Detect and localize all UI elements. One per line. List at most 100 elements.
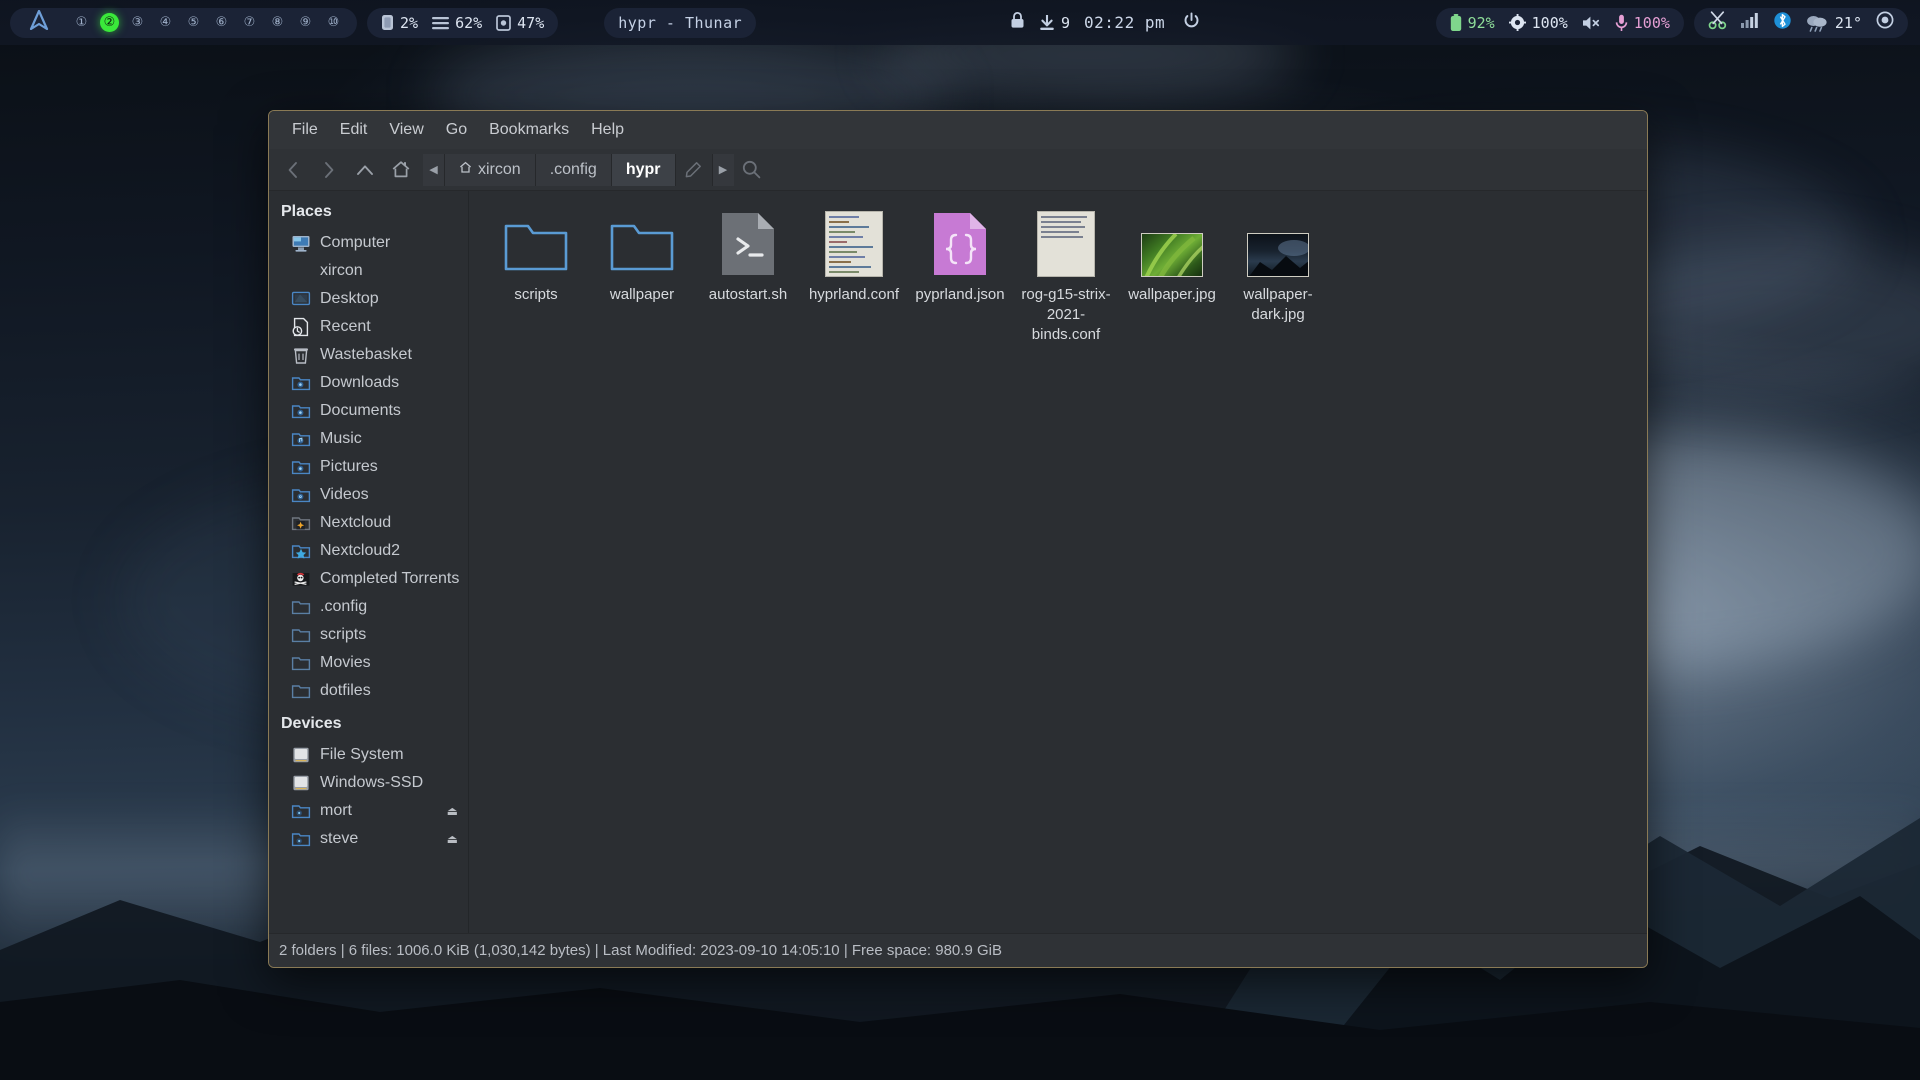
eject-icon[interactable]: ⏏ — [447, 832, 458, 846]
menu-file[interactable]: File — [281, 116, 329, 144]
sidebar-item-downloads[interactable]: Downloads — [269, 369, 468, 397]
sidebar-item-file-system[interactable]: File System — [269, 741, 468, 769]
workspace-button[interactable]: ④ — [156, 13, 175, 32]
sidebar-item-dotfiles[interactable]: dotfiles — [269, 677, 468, 705]
updates-count: 9 — [1061, 13, 1071, 32]
edit-path-pencil-icon[interactable] — [676, 155, 712, 185]
updates-indicator[interactable]: 9 — [1039, 14, 1070, 32]
workspace-button[interactable]: ⑤ — [184, 13, 203, 32]
menu-view[interactable]: View — [378, 116, 434, 144]
sidebar-item-movies[interactable]: Movies — [269, 649, 468, 677]
disk-stat[interactable]: 47% — [496, 14, 544, 32]
sidebar-item-completed-torrents[interactable]: Completed Torrents — [269, 565, 468, 593]
sidebar-label: dotfiles — [320, 682, 371, 699]
workspaces-module: ① ② ③ ④ ⑤ ⑥ ⑦ ⑧ ⑨ ⑩ — [10, 7, 357, 38]
file-item-hyprland-conf[interactable]: hyprland.conf — [801, 205, 907, 354]
forward-button[interactable] — [311, 155, 347, 185]
sidebar-item-documents[interactable]: Documents — [269, 397, 468, 425]
file-item-wallpaper-jpg[interactable]: wallpaper.jpg — [1119, 205, 1225, 354]
recent-clock-icon — [292, 317, 309, 337]
workspace-button[interactable]: ③ — [128, 13, 147, 32]
menu-edit[interactable]: Edit — [329, 116, 379, 144]
lock-icon[interactable] — [1010, 11, 1025, 34]
file-item-wallpaper-dark-jpg[interactable]: wallpaper-dark.jpg — [1225, 205, 1331, 354]
record-circle-icon[interactable] — [1876, 11, 1894, 34]
menu-help[interactable]: Help — [580, 116, 635, 144]
sidebar-label: Videos — [320, 486, 369, 503]
sidebar-label: Music — [320, 430, 362, 447]
microphone-icon — [1615, 14, 1628, 32]
sidebar-item-wastebasket[interactable]: Wastebasket — [269, 341, 468, 369]
breadcrumb-label: xircon — [478, 160, 521, 178]
clock[interactable]: 02:22 pm — [1084, 13, 1165, 32]
bluetooth-icon[interactable] — [1774, 11, 1791, 35]
power-icon[interactable] — [1183, 11, 1200, 34]
sidebar-item-windows-ssd[interactable]: Windows-SSD — [269, 769, 468, 797]
sidebar-label: Documents — [320, 402, 401, 419]
workspace-button[interactable]: ① — [72, 13, 91, 32]
workspace-button[interactable]: ⑥ — [212, 13, 231, 32]
back-button[interactable] — [275, 155, 311, 185]
sidebar-item-dotconfig[interactable]: .config — [269, 593, 468, 621]
file-list-view[interactable]: scripts wallpaper autostart.sh hyprland.… — [469, 191, 1647, 933]
file-item-scripts[interactable]: scripts — [483, 205, 589, 354]
weather-stat[interactable]: 21° — [1805, 13, 1862, 32]
thunar-file-manager-window[interactable]: File Edit View Go Bookmarks Help ◀ xirco… — [268, 110, 1648, 968]
home-button[interactable] — [383, 155, 419, 185]
file-item-wallpaper[interactable]: wallpaper — [589, 205, 695, 354]
folder-dot-icon — [291, 377, 311, 391]
file-item-pyprland-json[interactable]: pyprland.json — [907, 205, 1013, 354]
file-name: hyprland.conf — [808, 286, 900, 303]
desktop-icon — [291, 291, 311, 306]
cpu-stat[interactable]: 2% — [381, 14, 418, 32]
speaker-muted-icon — [1582, 15, 1601, 31]
breadcrumb-scroll-right-triangle-right-icon[interactable]: ▶ — [711, 153, 734, 186]
eject-icon[interactable]: ⏏ — [447, 804, 458, 818]
sidebar-item-computer[interactable]: Computer — [269, 229, 468, 257]
folder-drive-icon — [291, 833, 311, 847]
parent-folder-button[interactable] — [347, 155, 383, 185]
battery-stat[interactable]: 92% — [1450, 13, 1495, 32]
brightness-stat[interactable]: 100% — [1508, 14, 1568, 32]
brightness-gear-icon — [1508, 14, 1526, 31]
search-icon[interactable] — [734, 155, 770, 185]
sidebar-item-music[interactable]: Music — [269, 425, 468, 453]
volume-stat[interactable] — [1582, 15, 1601, 31]
workspace-button[interactable]: ⑨ — [296, 13, 315, 32]
breadcrumb-scroll-left-triangle-left-icon[interactable]: ◀ — [423, 153, 445, 186]
wifi-signal-icon[interactable] — [1740, 12, 1760, 33]
sidebar-item-videos[interactable]: Videos — [269, 481, 468, 509]
folder-icon — [291, 629, 311, 643]
screenshot-scissors-icon[interactable] — [1708, 10, 1727, 35]
workspace-button[interactable]: ⑦ — [240, 13, 259, 32]
menu-go[interactable]: Go — [435, 116, 478, 144]
sidebar-item-nextcloud[interactable]: Nextcloud — [269, 509, 468, 537]
status-bar: ① ② ③ ④ ⑤ ⑥ ⑦ ⑧ ⑨ ⑩ 2% 62% 47% hypr - Th… — [0, 0, 1920, 45]
sidebar-item-desktop[interactable]: Desktop — [269, 285, 468, 313]
workspace-button[interactable]: ⑧ — [268, 13, 287, 32]
arch-logo-icon[interactable] — [24, 9, 58, 35]
folder-icon — [503, 211, 569, 277]
sidebar-item-recent[interactable]: Recent — [269, 313, 468, 341]
sidebar-label: mort — [320, 802, 352, 819]
menu-bookmarks[interactable]: Bookmarks — [478, 116, 580, 144]
sidebar-item-scripts[interactable]: scripts — [269, 621, 468, 649]
microphone-stat[interactable]: 100% — [1615, 14, 1670, 32]
sidebar-item-mort[interactable]: mort ⏏ — [269, 797, 468, 825]
file-item-rog-binds-conf[interactable]: rog-g15-strix-2021-binds.conf — [1013, 205, 1119, 354]
sidebar-item-pictures[interactable]: Pictures — [269, 453, 468, 481]
workspace-button[interactable]: ⑩ — [324, 13, 343, 32]
sidebar-item-steve[interactable]: steve ⏏ — [269, 825, 468, 853]
places-sidebar[interactable]: Places Computer xircon Desktop Recent Wa… — [269, 191, 469, 933]
sidebar-item-xircon[interactable]: xircon — [269, 257, 468, 285]
breadcrumb-item-xircon[interactable]: xircon — [445, 153, 536, 186]
image-thumbnail-icon — [1245, 211, 1311, 277]
breadcrumb-item-hypr[interactable]: hypr — [611, 153, 676, 186]
file-item-autostart-sh[interactable]: autostart.sh — [695, 205, 801, 354]
sidebar-label: Wastebasket — [320, 346, 412, 363]
workspace-button-active[interactable]: ② — [100, 13, 119, 32]
sidebar-label: Recent — [320, 318, 371, 335]
sidebar-item-nextcloud2[interactable]: Nextcloud2 — [269, 537, 468, 565]
memory-stat[interactable]: 62% — [432, 14, 482, 32]
breadcrumb-item-config[interactable]: .config — [535, 153, 612, 186]
